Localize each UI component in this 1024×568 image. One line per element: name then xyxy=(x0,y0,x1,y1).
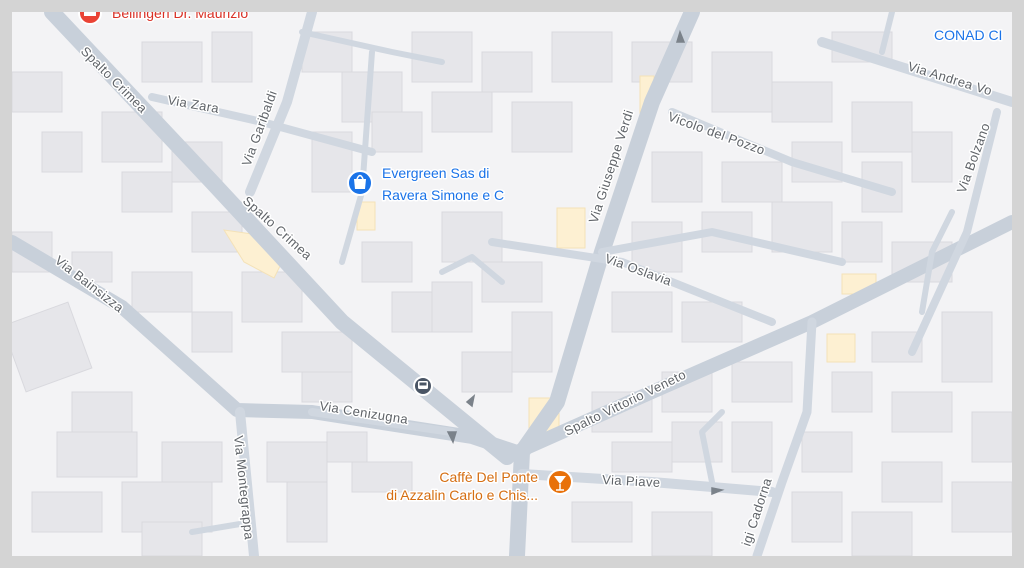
poi-evergreen-label-line2: Ravera Simone e C xyxy=(382,187,504,203)
poi-caffe-label-line1: Caffè Del Ponte xyxy=(439,469,538,485)
poi-caffe-label-line2: di Azzalin Carlo e Chis... xyxy=(386,487,538,503)
bus-stop-marker[interactable] xyxy=(413,376,433,396)
map-svg[interactable]: Spalto Crimea Spalto Crimea Via Zara Via… xyxy=(12,12,1012,556)
poi-bellingeri-label: Bellingeri Dr. Maurizio xyxy=(112,12,248,21)
poi-evergreen-label-line1: Evergreen Sas di xyxy=(382,165,489,181)
poi-conad-label[interactable]: CONAD CI xyxy=(933,26,1004,45)
map-canvas[interactable]: Spalto Crimea Spalto Crimea Via Zara Via… xyxy=(12,12,1012,556)
street-label-via-piave: Via Piave xyxy=(602,472,661,490)
